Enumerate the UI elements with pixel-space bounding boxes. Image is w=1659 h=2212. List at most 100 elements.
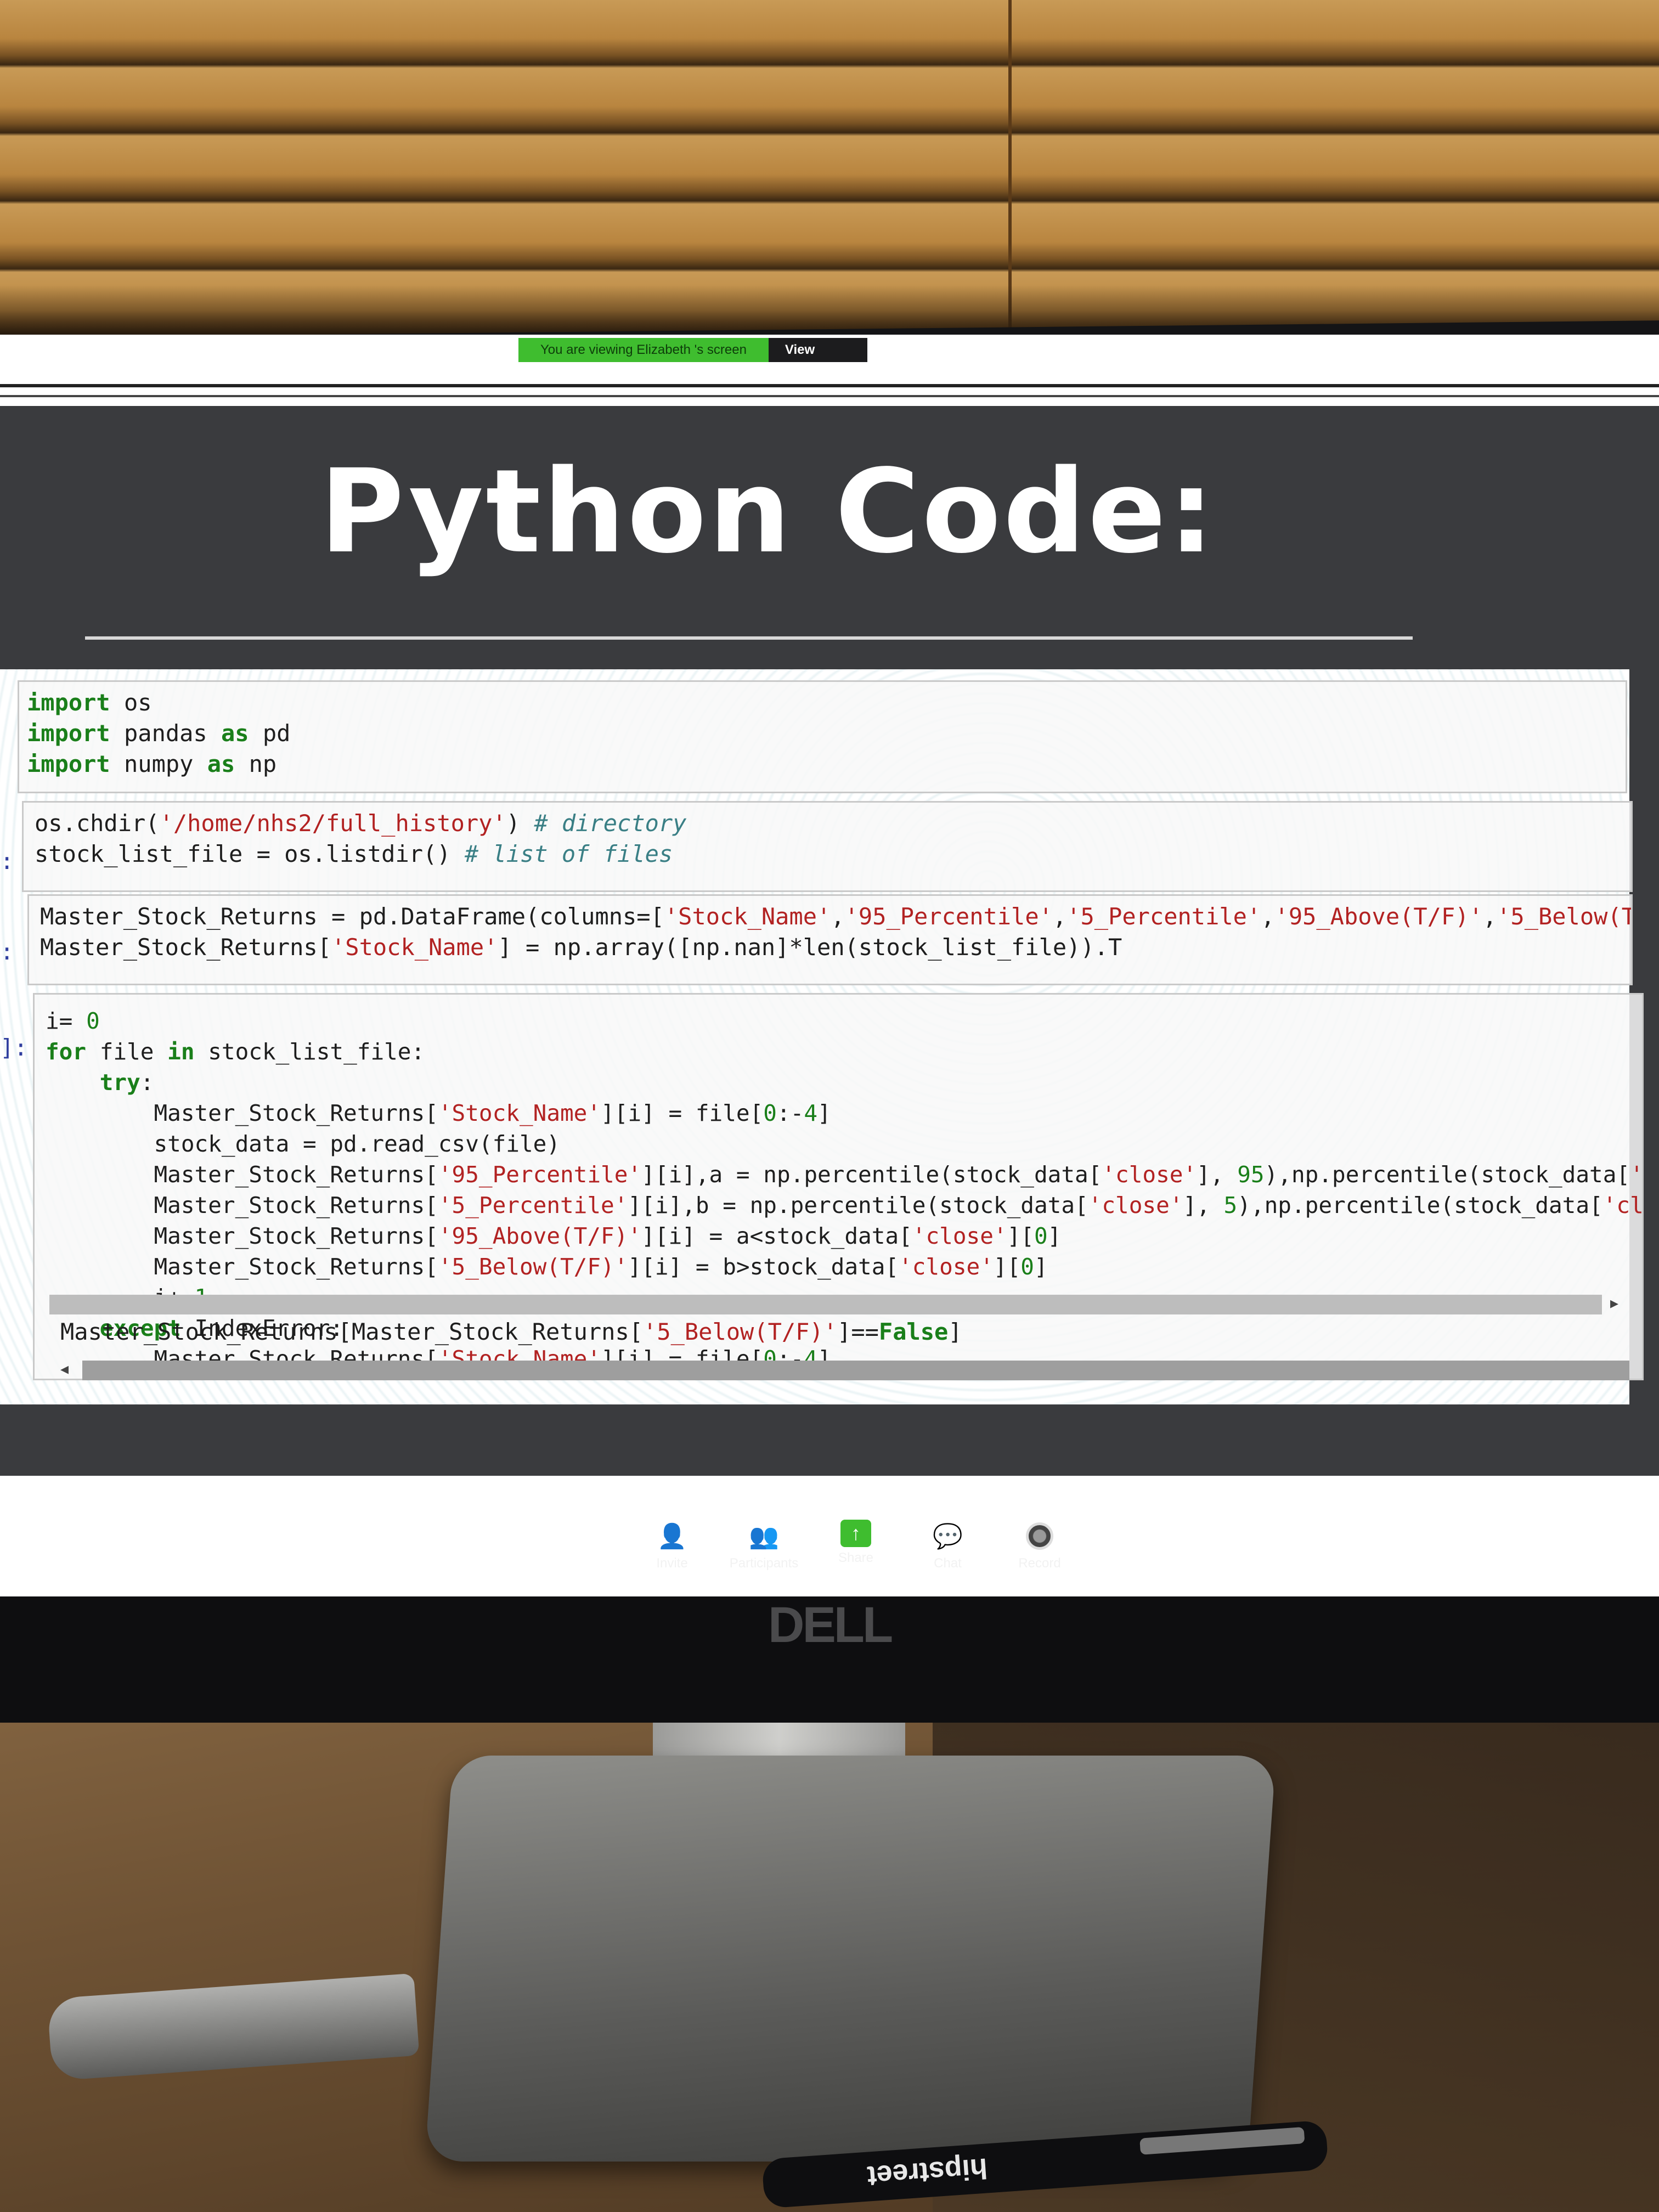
code-token: ][i] = b>stock_data[ — [628, 1254, 899, 1280]
code-cell-directory[interactable]: os.chdir('/home/nhs2/full_history') # di… — [22, 801, 1633, 892]
code-token: '5_Below(T/F)' — [643, 1318, 838, 1345]
code-token: ], — [1183, 1192, 1224, 1218]
share-icon: ↑ — [840, 1520, 871, 1547]
code-line: stock_list_file = os.listdir() # list of… — [35, 839, 1620, 870]
code-line: Master_Stock_Returns['95_Above(T/F)'][i]… — [46, 1221, 1631, 1251]
code-token: # directory — [534, 810, 687, 837]
code-token: 4 — [804, 1100, 818, 1126]
title-underline — [85, 636, 1413, 640]
code-token: ] — [1047, 1223, 1062, 1249]
code-token: ][ — [993, 1254, 1021, 1280]
code-line: Master_Stock_Returns = pd.DataFrame(colu… — [40, 901, 1631, 932]
code-token: 5 — [1223, 1192, 1238, 1218]
cell-prompt: : — [0, 848, 14, 874]
code-token: in — [167, 1039, 195, 1065]
code-token: Master_Stock_Returns[ — [46, 1192, 438, 1218]
share-button[interactable]: ↑ Share — [815, 1520, 897, 1591]
code-line: Master_Stock_Returns[Master_Stock_Return… — [60, 1317, 1629, 1347]
code-token: , — [1261, 903, 1275, 930]
code-token: False — [878, 1318, 949, 1345]
code-line: os.chdir('/home/nhs2/full_history') # di… — [35, 808, 1620, 839]
view-options-button[interactable]: View Options — [768, 338, 867, 381]
code-token: ) — [506, 810, 534, 837]
slide-title: Python Code: — [319, 444, 1217, 579]
invite-button[interactable]: 👤 Invite — [631, 1520, 713, 1591]
code-cell-imports[interactable]: import os import pandas as pd import numpy… — [18, 680, 1627, 793]
cell-prompt: ]: — [0, 1034, 28, 1061]
code-token: ], — [1197, 1161, 1238, 1188]
code-line: stock_data = pd.read_csv(file) — [46, 1128, 1631, 1159]
code-token: , — [831, 903, 845, 930]
pen-clip — [1139, 2126, 1305, 2155]
monitor-brand-logo: DELL — [768, 1597, 893, 1653]
code-line: Master_Stock_Returns['5_Percentile'][i],… — [46, 1190, 1642, 1221]
scroll-left-icon[interactable]: ◂ — [60, 1359, 69, 1379]
code-token: 'Stock_Name' — [438, 1100, 601, 1126]
code-token: i= — [46, 1008, 87, 1034]
viewing-screen-message: You are viewing Elizabeth 's screen — [518, 338, 769, 362]
code-token: '95_Percentile' — [844, 903, 1053, 930]
record-icon-wrap — [1020, 1520, 1059, 1553]
code-token: 'Stock_Name' — [664, 903, 831, 930]
code-line: i= 0 — [46, 1006, 1631, 1036]
code-line: Master_Stock_Returns['Stock_Name'] = np.… — [40, 932, 1620, 963]
code-token: '95_Percentile' — [438, 1161, 642, 1188]
code-token: Master_Stock_Returns = pd.DataFrame(colu… — [40, 903, 664, 930]
code-token: 0 — [763, 1100, 777, 1126]
divider — [0, 384, 1659, 387]
code-token: np — [235, 751, 277, 777]
invite-label: Invite — [656, 1556, 688, 1571]
record-label: Record — [1018, 1556, 1061, 1571]
presentation-slide: Python Code: : : ]: import os import pand… — [0, 406, 1659, 1476]
code-token: ][i] = file[ — [601, 1100, 764, 1126]
code-token: file — [86, 1039, 168, 1065]
record-icon — [1026, 1522, 1053, 1550]
scroll-right-icon[interactable]: ▸ — [1610, 1294, 1618, 1313]
pen-brand-text: hipstreet — [866, 2152, 989, 2192]
code-line: try: — [46, 1067, 1631, 1098]
code-token: , — [1052, 903, 1067, 930]
code-line: import numpy as np — [27, 749, 1618, 780]
share-label: Share — [838, 1550, 874, 1565]
code-token: ][i],a = np.percentile(stock_data[ — [641, 1161, 1102, 1188]
code-line: Master_Stock_Returns['5_Below(T/F)'][i] … — [46, 1251, 1631, 1282]
chat-button[interactable]: 💬 Chat — [907, 1520, 989, 1591]
horizontal-scrollbar[interactable] — [49, 1295, 1602, 1314]
screen-share-banner: You are viewing Elizabeth 's screen View… — [518, 338, 867, 381]
code-token: numpy — [110, 751, 207, 777]
participants-button[interactable]: 👥 21 Participants — [723, 1516, 805, 1591]
chat-icon: 💬 — [933, 1523, 963, 1550]
code-token: Master_Stock_Returns[Master_Stock_Return… — [60, 1318, 644, 1345]
participants-label: Participants — [729, 1556, 799, 1571]
code-token: ] — [948, 1318, 962, 1345]
code-token: Master_Stock_Returns[ — [46, 1254, 438, 1280]
horizontal-scrollbar[interactable] — [82, 1361, 1629, 1380]
jupyter-notebook: : : ]: import os import pandas as pd impor… — [0, 669, 1644, 1404]
code-token: : — [140, 1069, 154, 1096]
record-button[interactable]: Record — [998, 1520, 1081, 1591]
code-line: Master_Stock_Returns['95_Percentile'][i]… — [46, 1159, 1642, 1190]
code-token: '/home/nhs2/full_history' — [159, 810, 506, 837]
code-token: , — [1482, 903, 1497, 930]
code-token: stock_list_file: — [194, 1039, 425, 1065]
code-token: pandas — [110, 720, 222, 747]
code-cell-dataframe[interactable]: Master_Stock_Returns = pd.DataFrame(colu… — [27, 894, 1633, 985]
code-token: ] — [1034, 1254, 1048, 1280]
code-cell-filter[interactable]: Master_Stock_Returns[Master_Stock_Return… — [49, 1311, 1640, 1366]
code-token: import — [27, 720, 110, 747]
code-token: 'close' — [899, 1254, 994, 1280]
code-token: ][i],b = np.percentile(stock_data[ — [628, 1192, 1088, 1218]
code-token: # list of files — [464, 840, 673, 867]
code-token: 95 — [1237, 1161, 1265, 1188]
code-token: try — [99, 1069, 140, 1096]
code-token: Master_Stock_Returns[ — [46, 1100, 438, 1126]
code-token: '95_Above(T/F)' — [438, 1223, 642, 1249]
meeting-toolbar: 👤 Invite 👥 21 Participants ↑ Share 💬 Cha… — [631, 1516, 1081, 1591]
code-token: ),np.percentile(stock_data[ — [1237, 1192, 1603, 1218]
code-token: 'Stock_Name' — [331, 934, 498, 961]
code-token: Master_Stock_Returns[ — [46, 1161, 438, 1188]
code-token: as — [221, 720, 249, 747]
code-token: 0 — [1020, 1254, 1034, 1280]
code-token: '5_Below(T/F)' — [1497, 903, 1633, 930]
